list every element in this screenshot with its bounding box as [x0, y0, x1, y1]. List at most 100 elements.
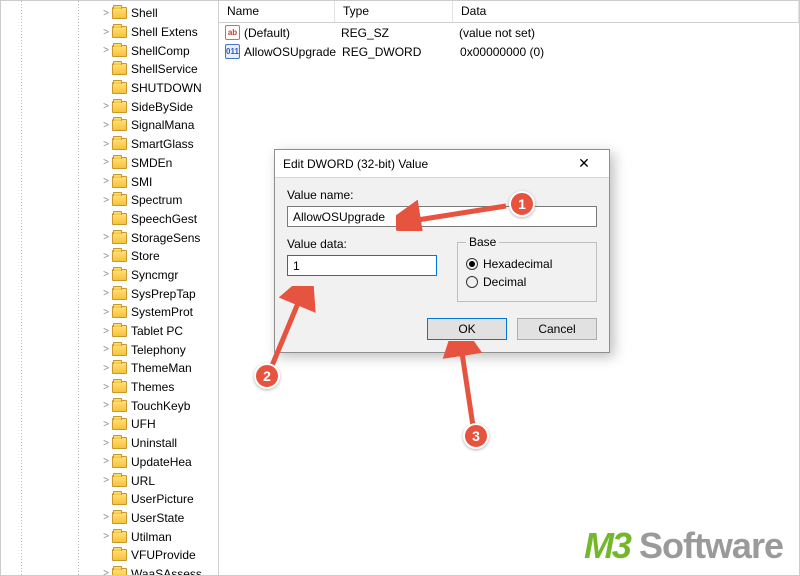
tree-item[interactable]: >Themes — [1, 378, 218, 397]
folder-icon — [112, 400, 127, 412]
chevron-icon: > — [101, 475, 111, 486]
tree-item-label: UserPicture — [131, 492, 194, 506]
tree-item[interactable]: >Shell — [1, 4, 218, 23]
tree-item[interactable]: >SignalMana — [1, 116, 218, 135]
tree-item-label: WaaSAssess — [131, 567, 202, 575]
tree-item[interactable]: ShellService — [1, 60, 218, 79]
tree-item-label: SHUTDOWN — [131, 81, 202, 95]
tree-item[interactable]: > SystemProt — [1, 303, 218, 322]
chevron-icon: > — [101, 8, 111, 19]
chevron-icon: > — [101, 326, 111, 337]
value-data-input[interactable] — [287, 255, 437, 276]
value-name: (Default) — [244, 26, 290, 40]
chevron-icon: > — [101, 307, 111, 318]
tree-item[interactable]: >Utilman — [1, 527, 218, 546]
tree-item-label: UserState — [131, 511, 184, 525]
tree-item[interactable]: SpeechGest — [1, 210, 218, 229]
radio-decimal[interactable]: Decimal — [466, 275, 588, 289]
radio-hex-label: Hexadecimal — [483, 257, 552, 271]
tree-item[interactable]: >Uninstall — [1, 434, 218, 453]
dialog-titlebar[interactable]: Edit DWORD (32-bit) Value ✕ — [275, 150, 609, 178]
registry-tree[interactable]: >Shell>Shell Extens>ShellComp ShellServic… — [1, 1, 219, 575]
watermark-m3: M3 — [584, 525, 630, 566]
tree-item[interactable]: >SMDEn — [1, 154, 218, 173]
annotation-callout-2: 2 — [254, 363, 280, 389]
chevron-icon: > — [101, 232, 111, 243]
folder-icon — [112, 512, 127, 524]
close-icon[interactable]: ✕ — [567, 155, 601, 172]
tree-item[interactable]: >UpdateHea — [1, 453, 218, 472]
value-type: REG_SZ — [335, 26, 453, 40]
chevron-icon: > — [101, 382, 111, 393]
list-row[interactable]: ab(Default)REG_SZ(value not set) — [219, 23, 799, 42]
column-type[interactable]: Type — [335, 1, 453, 22]
tree-item-label: Spectrum — [131, 193, 182, 207]
tree-item-label: ShellService — [131, 62, 198, 76]
folder-icon — [112, 213, 127, 225]
value-name: AllowOSUpgrade — [244, 45, 336, 59]
tree-item[interactable]: >Spectrum — [1, 191, 218, 210]
radio-icon — [466, 258, 478, 270]
annotation-callout-1: 1 — [509, 191, 535, 217]
tree-item[interactable]: > StorageSens — [1, 228, 218, 247]
tree-item-label: Utilman — [131, 530, 172, 544]
column-data[interactable]: Data — [453, 1, 799, 22]
folder-icon — [112, 418, 127, 430]
tree-item[interactable]: >Shell Extens — [1, 23, 218, 42]
tree-item[interactable]: >SMI — [1, 172, 218, 191]
tree-item[interactable]: >ThemeMan — [1, 359, 218, 378]
base-legend: Base — [466, 235, 499, 249]
folder-icon — [112, 250, 127, 262]
tree-item[interactable]: >Syncmgr — [1, 266, 218, 285]
tree-item-label: StorageSens — [131, 231, 200, 245]
list-row[interactable]: 011AllowOSUpgradeREG_DWORD0x00000000 (0) — [219, 42, 799, 61]
tree-item-label: SMI — [131, 175, 152, 189]
tree-item[interactable]: >URL — [1, 471, 218, 490]
tree-item[interactable]: >UserState — [1, 509, 218, 528]
folder-icon — [112, 63, 127, 75]
radio-hexadecimal[interactable]: Hexadecimal — [466, 257, 588, 271]
folder-icon — [112, 138, 127, 150]
tree-item[interactable]: >WaaSAssess — [1, 565, 218, 575]
ok-button[interactable]: OK — [427, 318, 507, 340]
folder-icon — [112, 493, 127, 505]
folder-icon — [112, 344, 127, 356]
tree-item[interactable]: >Telephony — [1, 340, 218, 359]
tree-item-label: TouchKeyb — [131, 399, 190, 413]
tree-item-label: SideBySide — [131, 100, 193, 114]
tree-item[interactable]: >TouchKeyb — [1, 396, 218, 415]
tree-item[interactable]: >ShellComp — [1, 41, 218, 60]
reg-value-icon: ab — [225, 25, 240, 40]
tree-item[interactable]: VFUProvide — [1, 546, 218, 565]
annotation-callout-3: 3 — [463, 423, 489, 449]
tree-item[interactable]: >SysPrepTap — [1, 284, 218, 303]
chevron-icon: > — [101, 27, 111, 38]
chevron-icon: > — [101, 157, 111, 168]
watermark: M3 Software — [584, 525, 783, 567]
folder-icon — [112, 269, 127, 281]
chevron-icon: > — [101, 139, 111, 150]
tree-item[interactable]: SHUTDOWN — [1, 79, 218, 98]
folder-icon — [112, 531, 127, 543]
value-name-input[interactable] — [287, 206, 597, 227]
tree-item-label: Uninstall — [131, 436, 177, 450]
folder-icon — [112, 549, 127, 561]
tree-item[interactable]: >SmartGlass — [1, 135, 218, 154]
folder-icon — [112, 119, 127, 131]
tree-item[interactable]: >SideBySide — [1, 97, 218, 116]
tree-item[interactable]: >Tablet PC — [1, 322, 218, 341]
cancel-button[interactable]: Cancel — [517, 318, 597, 340]
tree-item[interactable]: >Store — [1, 247, 218, 266]
tree-item[interactable]: UserPicture — [1, 490, 218, 509]
value-type: REG_DWORD — [336, 45, 454, 59]
column-name[interactable]: Name — [219, 1, 335, 22]
tree-item[interactable]: >UFH — [1, 415, 218, 434]
tree-item-label: Store — [131, 249, 160, 263]
tree-item-label: SystemProt — [131, 305, 193, 319]
value-name-label: Value name: — [287, 188, 597, 202]
folder-icon — [112, 232, 127, 244]
tree-item-label: SignalMana — [131, 118, 194, 132]
tree-item-label: UpdateHea — [131, 455, 192, 469]
folder-icon — [112, 568, 127, 575]
folder-icon — [112, 101, 127, 113]
